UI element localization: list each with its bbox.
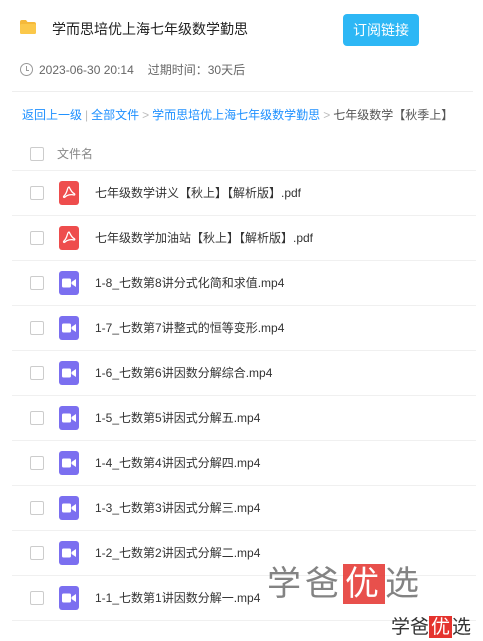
file-name[interactable]: 1-2_七数第2讲因式分解二.mp4 (95, 545, 260, 561)
file-row[interactable]: 1-7_七数第7讲整式的恒等变形.mp4 (12, 306, 476, 351)
file-checkbox[interactable] (30, 546, 44, 560)
file-rows: 七年级数学讲义【秋上】【解析版】.pdf 七年级数学加油站【秋上】【解析版】.pd… (12, 171, 476, 621)
file-checkbox[interactable] (30, 411, 44, 425)
file-name[interactable]: 1-4_七数第4讲因式分解四.mp4 (95, 455, 260, 471)
breadcrumb-separator: > (142, 108, 150, 122)
breadcrumb-all-files-link[interactable]: 全部文件 (91, 108, 139, 122)
clock-icon (20, 63, 33, 76)
file-checkbox[interactable] (30, 456, 44, 470)
video-file-icon (59, 496, 79, 520)
file-checkbox[interactable] (30, 231, 44, 245)
breadcrumb-separator: > (323, 108, 331, 122)
file-checkbox[interactable] (30, 276, 44, 290)
file-checkbox[interactable] (30, 591, 44, 605)
file-name[interactable]: 1-7_七数第7讲整式的恒等变形.mp4 (95, 320, 284, 336)
breadcrumb-divider: | (85, 108, 89, 122)
breadcrumb-current: 七年级数学【秋季上】 (333, 108, 454, 122)
file-list-header: 文件名 (12, 131, 476, 171)
expire-time: 过期时间：30天后 (147, 63, 246, 77)
file-row[interactable]: 七年级数学讲义【秋上】【解析版】.pdf (12, 171, 476, 216)
breadcrumb: 返回上一级 | 全部文件 > 学而思培优上海七年级数学勤思 > 七年级数学【秋季上】 (22, 107, 453, 123)
file-name[interactable]: 1-5_七数第5讲因式分解五.mp4 (95, 410, 260, 426)
file-checkbox[interactable] (30, 321, 44, 335)
file-name[interactable]: 1-1_七数第1讲因数分解一.mp4 (95, 590, 260, 606)
share-meta: 2023-06-30 20:14 过期时间：30天后 (20, 62, 245, 78)
file-name[interactable]: 七年级数学加油站【秋上】【解析版】.pdf (95, 230, 313, 246)
page-title: 学而思培优上海七年级数学勤思 (52, 21, 248, 37)
column-header-filename: 文件名 (57, 147, 94, 161)
file-row[interactable]: 1-6_七数第6讲因数分解综合.mp4 (12, 351, 476, 396)
file-row[interactable]: 1-3_七数第3讲因式分解三.mp4 (12, 486, 476, 531)
video-file-icon (59, 316, 79, 340)
divider (12, 91, 473, 92)
file-list: 文件名 七年级数学讲义【秋上】【解析版】.pdf 七年级数学加油站【秋上】【解析版… (12, 131, 476, 621)
pdf-file-icon (59, 181, 79, 205)
file-checkbox[interactable] (30, 366, 44, 380)
share-header: 学而思培优上海七年级数学勤思 订阅链接 2023-06-30 20:14 过期时间… (0, 0, 483, 92)
file-checkbox[interactable] (30, 501, 44, 515)
folder-icon (20, 20, 36, 34)
file-name[interactable]: 1-8_七数第8讲分式化简和求值.mp4 (95, 275, 284, 291)
watermark-logo: 学爸优选 (267, 564, 423, 604)
video-file-icon (59, 406, 79, 430)
share-date: 2023-06-30 20:14 (39, 63, 134, 77)
pdf-file-icon (59, 226, 79, 250)
file-checkbox[interactable] (30, 186, 44, 200)
breadcrumb-folder-link[interactable]: 学而思培优上海七年级数学勤思 (152, 108, 320, 122)
breadcrumb-back-link[interactable]: 返回上一级 (22, 108, 82, 122)
video-file-icon (59, 541, 79, 565)
select-all-checkbox[interactable] (30, 147, 44, 161)
video-file-icon (59, 451, 79, 475)
video-file-icon (59, 271, 79, 295)
subscribe-button[interactable]: 订阅链接 (343, 14, 419, 46)
file-name[interactable]: 七年级数学讲义【秋上】【解析版】.pdf (95, 185, 301, 201)
file-name[interactable]: 1-3_七数第3讲因式分解三.mp4 (95, 500, 260, 516)
watermark-logo-small: 学爸优选 (391, 616, 472, 638)
video-file-icon (59, 361, 79, 385)
file-row[interactable]: 1-5_七数第5讲因式分解五.mp4 (12, 396, 476, 441)
file-row[interactable]: 1-8_七数第8讲分式化简和求值.mp4 (12, 261, 476, 306)
video-file-icon (59, 586, 79, 610)
file-name[interactable]: 1-6_七数第6讲因数分解综合.mp4 (95, 365, 272, 381)
file-row[interactable]: 1-4_七数第4讲因式分解四.mp4 (12, 441, 476, 486)
file-row[interactable]: 七年级数学加油站【秋上】【解析版】.pdf (12, 216, 476, 261)
